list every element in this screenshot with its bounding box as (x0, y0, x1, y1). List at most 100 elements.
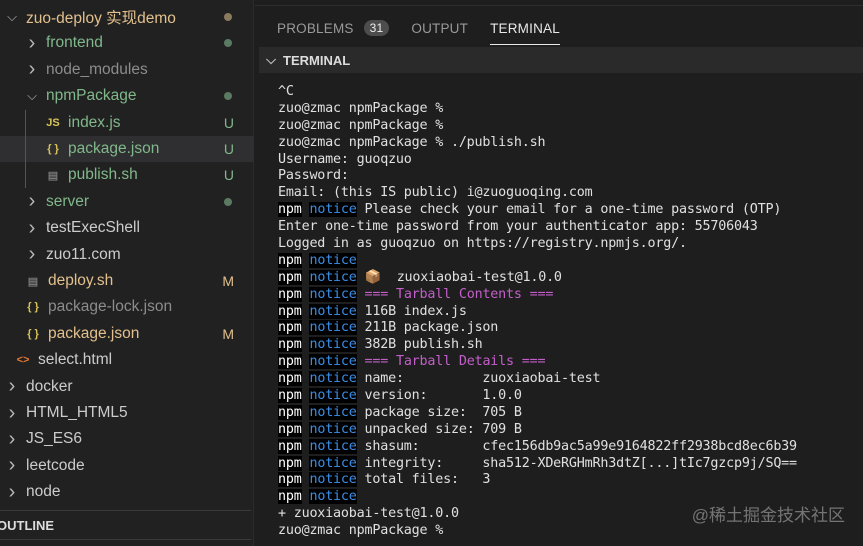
tree-item[interactable]: { } package.json U (0, 136, 254, 162)
tree-item[interactable]: › leetcode (0, 453, 254, 479)
npm-prefix: npm (278, 320, 302, 336)
modified-dot-icon (224, 13, 232, 21)
tree-item[interactable]: ⌵ npmPackage (0, 83, 254, 109)
notice-tag: notice (309, 269, 357, 285)
terminal-line: npm notice === Tarball Details === (278, 354, 797, 371)
tree-item[interactable]: JS index.js U (0, 110, 254, 136)
terminal-output[interactable]: ^C zuo@zmac npmPackage % zuo@zmac npmPacka… (278, 84, 797, 540)
tree-item[interactable]: › node (0, 479, 254, 505)
shell-file-icon: ▤ (27, 275, 39, 288)
tree-item[interactable]: ▤ deploy.sh M (0, 268, 254, 294)
terminal-line: Logged in as guoqzuo on https://registry… (278, 236, 797, 253)
terminal-text: zuo@zmac npmPackage % ./publish.sh (278, 134, 546, 150)
terminal-text: Logged in as guoqzuo on https://registry… (278, 236, 687, 252)
tree-item[interactable]: › docker (0, 374, 254, 400)
git-status-badge: M (222, 273, 234, 289)
terminal-section-header[interactable]: ⌵ TERMINAL (259, 47, 863, 73)
terminal-line: npm notice name: zuoxiaobai-test (278, 371, 797, 388)
npm-prefix: npm (278, 286, 302, 302)
tab-problems[interactable]: PROBLEMS 31 (277, 14, 390, 42)
tree-item[interactable]: { } package.json M (0, 321, 254, 347)
terminal-line: zuo@zmac npmPackage % (278, 101, 797, 118)
terminal-text: 211B package.json (356, 320, 499, 336)
explorer-sidebar: ⌵ zuo-deploy 实现demo › frontend › node_modules… (0, 0, 254, 546)
chevron-right-icon: › (28, 216, 36, 239)
tab-terminal[interactable]: TERMINAL (490, 14, 560, 45)
terminal-text: 116B index.js (356, 303, 467, 319)
notice-tag: notice (309, 303, 357, 319)
terminal-text: zuo@zmac npmPackage % (278, 523, 444, 539)
tree-item[interactable]: <> select.html (0, 347, 254, 373)
terminal-text: shasum: cfec156db9ac5a99e9164822ff2938bc… (356, 438, 798, 454)
indent-guide (25, 110, 26, 188)
npm-prefix: npm (278, 489, 302, 505)
notice-tag: notice (309, 421, 357, 437)
modified-dot-icon (224, 39, 232, 48)
terminal-text: unpacked size: 709 B (356, 421, 522, 437)
tree-item[interactable]: › testExecShell (0, 215, 254, 241)
tree-item-label: package.json (48, 324, 140, 342)
chevron-right-icon: › (8, 454, 16, 477)
problems-count-badge: 31 (363, 20, 390, 36)
notice-tag: notice (309, 489, 357, 505)
notice-tag: notice (309, 438, 357, 454)
json-file-icon: { } (47, 143, 59, 155)
tree-item[interactable]: › HTML_HTML5 (0, 400, 254, 426)
tree-item-label: npmPackage (46, 87, 137, 105)
tree-item[interactable]: › node_modules (0, 57, 254, 83)
terminal-line: Password: (278, 168, 797, 185)
modified-dot-icon (224, 197, 232, 206)
js-file-icon: JS (46, 116, 60, 129)
chevron-right-icon: › (8, 480, 16, 503)
tree-item[interactable]: ▤ publish.sh U (0, 162, 254, 188)
outline-section-header[interactable]: OUTLINE (0, 510, 251, 540)
tree-item[interactable]: › zuo11.com (0, 242, 254, 268)
terminal-text: 382B publish.sh (356, 337, 483, 353)
notice-tag: notice (309, 320, 357, 336)
tree-item-label: testExecShell (46, 219, 140, 237)
git-status-badge: U (223, 141, 234, 157)
terminal-text: package size: 705 B (356, 404, 522, 420)
tree-item[interactable]: › server (0, 189, 254, 215)
notice-tag: notice (309, 472, 357, 488)
chevron-right-icon: › (28, 190, 36, 213)
npm-prefix: npm (278, 303, 302, 319)
npm-prefix: npm (278, 202, 302, 218)
terminal-text: total files: 3 (356, 472, 491, 488)
tree-item-label: frontend (46, 34, 103, 52)
notice-tag: notice (309, 354, 357, 370)
terminal-line: npm notice unpacked size: 709 B (278, 421, 797, 439)
terminal-text: integrity: sha512-XDeRGHmRh3dtZ[...]tIc7… (356, 455, 798, 471)
terminal-line: Username: guoqzuo (278, 152, 797, 169)
chevron-right-icon: › (28, 243, 36, 266)
tree-item[interactable]: › JS_ES6 (0, 426, 254, 452)
tab-output[interactable]: OUTPUT (411, 14, 468, 42)
tab-output-label: OUTPUT (411, 20, 469, 36)
terminal-text: Username: guoqzuo (278, 151, 412, 167)
section-heading: === Tarball Details === (364, 354, 546, 370)
terminal-text: version: 1.0.0 (356, 388, 522, 404)
chevron-right-icon: › (8, 401, 16, 424)
npm-prefix: npm (278, 455, 302, 471)
npm-prefix: npm (278, 337, 302, 353)
terminal-line: npm notice 116B index.js (278, 303, 797, 321)
npm-prefix: npm (278, 388, 302, 404)
terminal-text: 📦 zuoxiaobai-test@1.0.0 (356, 269, 563, 285)
tree-item[interactable]: › frontend (0, 30, 254, 56)
chevron-down-icon: ⌵ (7, 9, 17, 24)
tree-item-label: docker (26, 377, 73, 395)
terminal-header-label: TERMINAL (283, 52, 351, 68)
tab-terminal-label: TERMINAL (490, 20, 560, 36)
tree-item-label: node_modules (46, 60, 148, 78)
tree-item-label: index.js (68, 113, 121, 131)
npm-prefix: npm (278, 472, 302, 488)
tree-item[interactable]: ⌵ zuo-deploy 实现demo (0, 4, 254, 30)
terminal-line: npm notice shasum: cfec156db9ac5a99e9164… (278, 438, 798, 456)
tree-item[interactable]: { } package-lock.json (0, 294, 254, 320)
terminal-text: Email: (this IS public) i@zuoguoqing.com (278, 185, 593, 201)
npm-prefix: npm (278, 354, 302, 370)
terminal-line: npm notice integrity: sha512-XDeRGHmRh3d… (278, 455, 798, 473)
chevron-down-icon: ⌵ (27, 88, 37, 104)
terminal-line: npm notice 📦 zuoxiaobai-test@1.0.0 (278, 269, 797, 287)
